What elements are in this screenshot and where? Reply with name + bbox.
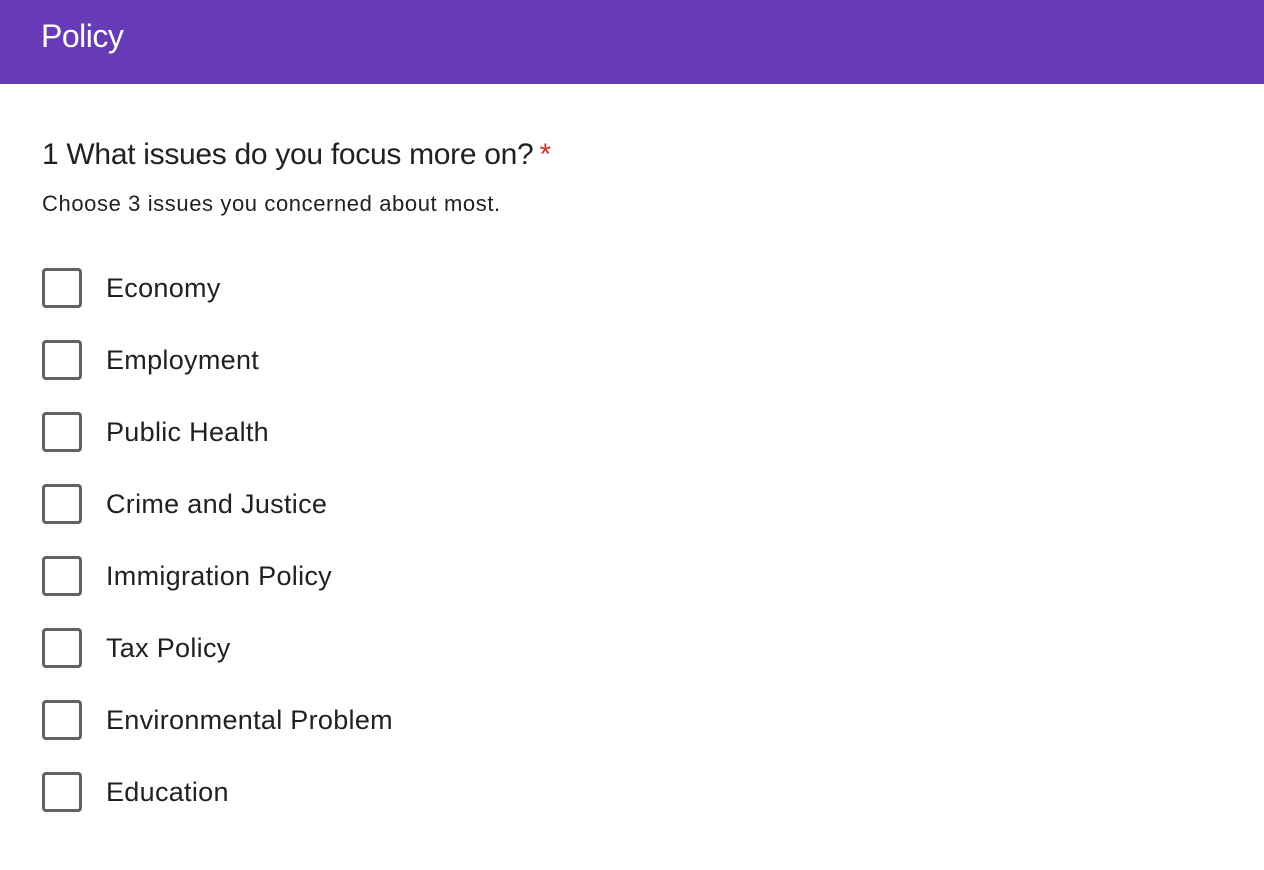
option-label[interactable]: Employment — [106, 343, 259, 377]
question-text: 1 What issues do you focus more on? — [42, 138, 534, 171]
option-label[interactable]: Public Health — [106, 415, 269, 449]
question-title: 1 What issues do you focus more on? * — [42, 136, 551, 174]
option-crime-and-justice[interactable]: Crime and Justice — [42, 484, 542, 524]
option-label[interactable]: Immigration Policy — [106, 559, 332, 593]
option-education[interactable]: Education — [42, 772, 542, 812]
form-title: Policy — [41, 18, 124, 54]
option-immigration-policy[interactable]: Immigration Policy — [42, 556, 542, 596]
question-description: Choose 3 issues you concerned about most… — [42, 191, 501, 216]
checkbox-education[interactable] — [42, 772, 82, 812]
option-label[interactable]: Environmental Problem — [106, 703, 393, 737]
option-tax-policy[interactable]: Tax Policy — [42, 628, 542, 668]
checkbox-economy[interactable] — [42, 268, 82, 308]
option-label[interactable]: Crime and Justice — [106, 487, 327, 521]
checkbox-immigration-policy[interactable] — [42, 556, 82, 596]
option-economy[interactable]: Economy — [42, 268, 542, 308]
checkbox-environmental-problem[interactable] — [42, 700, 82, 740]
form-header: Policy — [0, 0, 1264, 84]
option-label[interactable]: Tax Policy — [106, 631, 231, 665]
option-public-health[interactable]: Public Health — [42, 412, 542, 452]
checkbox-tax-policy[interactable] — [42, 628, 82, 668]
checkbox-crime-and-justice[interactable] — [42, 484, 82, 524]
option-label[interactable]: Economy — [106, 271, 221, 305]
option-label[interactable]: Education — [106, 775, 229, 809]
required-asterisk: * — [539, 138, 551, 171]
checkbox-public-health[interactable] — [42, 412, 82, 452]
checkbox-employment[interactable] — [42, 340, 82, 380]
option-employment[interactable]: Employment — [42, 340, 542, 380]
option-environmental-problem[interactable]: Environmental Problem — [42, 700, 542, 740]
